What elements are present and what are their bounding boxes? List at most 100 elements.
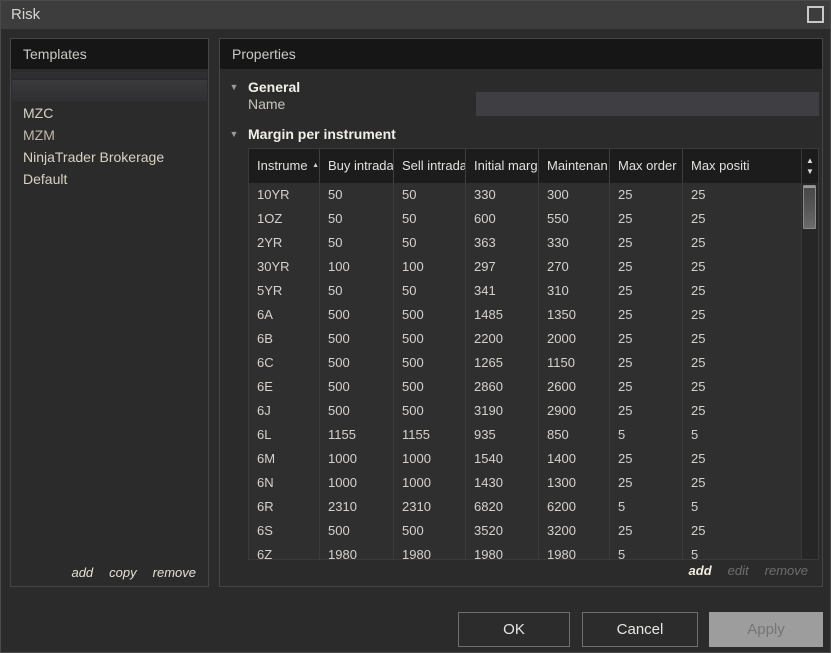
cell-max-order: 5 [610,495,683,519]
cell-instrument: 30YR [249,255,320,279]
scrollbar-buttons[interactable]: ▲ ▼ [802,149,818,183]
maximize-icon[interactable] [807,6,824,23]
table-row[interactable]: 6S 500 500 3520 3200 25 25 [249,519,818,543]
table-row[interactable]: 2YR 50 50 363 330 25 25 [249,231,818,255]
template-add-link[interactable]: add [71,565,93,580]
cell-instrument: 6L [249,423,320,447]
apply-button[interactable]: Apply [709,612,823,647]
table-row[interactable]: 5YR 50 50 341 310 25 25 [249,279,818,303]
margin-grid: Instrume ▲ Buy intrada Sell intrada Init… [248,148,819,560]
margin-remove-link[interactable]: remove [765,563,808,578]
cell-max-order: 25 [610,327,683,351]
template-copy-link[interactable]: copy [109,565,136,580]
table-row[interactable]: 6B 500 500 2200 2000 25 25 [249,327,818,351]
cell-instrument: 10YR [249,183,320,207]
template-list-selected-row[interactable] [12,80,207,101]
collapse-triangle-icon[interactable]: ▼ [220,129,248,139]
cell-max-order: 25 [610,351,683,375]
cell-max-order: 5 [610,543,683,559]
cell-maintenance: 6200 [539,495,610,519]
cell-maintenance: 3200 [539,519,610,543]
cell-instrument: 6J [249,399,320,423]
cell-buy-intraday: 50 [320,279,394,303]
column-header-buy-intraday[interactable]: Buy intrada [320,149,394,183]
title-bar[interactable]: Risk [1,1,830,29]
template-list-item-label: MZC [23,105,54,121]
scroll-up-icon[interactable]: ▲ [806,156,814,165]
cell-max-position: 25 [691,379,706,394]
cell-initial-margin: 1265 [466,351,539,375]
cell-max-position: 25 [691,475,706,490]
templates-panel: Templates MZC MZM NinjaTrader Brokerage … [10,38,209,587]
table-row[interactable]: 6R 2310 2310 6820 6200 5 5 [249,495,818,519]
cell-sell-intraday: 2310 [394,495,466,519]
cell-max-order: 25 [610,399,683,423]
margin-edit-link[interactable]: edit [728,563,749,578]
cell-buy-intraday: 2310 [320,495,394,519]
general-section-title: General [248,78,301,95]
table-row[interactable]: 6N 1000 1000 1430 1300 25 25 [249,471,818,495]
cell-buy-intraday: 100 [320,255,394,279]
table-row[interactable]: 6L 1155 1155 935 850 5 5 [249,423,818,447]
table-row[interactable]: 6J 500 500 3190 2900 25 25 [249,399,818,423]
table-row[interactable]: 6A 500 500 1485 1350 25 25 [249,303,818,327]
collapse-triangle-icon[interactable]: ▼ [220,82,248,92]
template-remove-link[interactable]: remove [153,565,196,580]
cell-max-position: 25 [691,307,706,322]
vertical-scrollbar[interactable]: ▲ ▼ [801,149,818,559]
column-header-instrument[interactable]: Instrume ▲ [249,149,320,183]
column-header-maintenance[interactable]: Maintenan [539,149,610,183]
cell-sell-intraday: 100 [394,255,466,279]
cell-maintenance: 1400 [539,447,610,471]
column-header-sell-intraday[interactable]: Sell intrada [394,149,466,183]
cell-buy-intraday: 1155 [320,423,394,447]
table-row[interactable]: 6E 500 500 2860 2600 25 25 [249,375,818,399]
ok-button[interactable]: OK [458,612,570,647]
cell-initial-margin: 1540 [466,447,539,471]
cell-initial-margin: 1980 [466,543,539,559]
table-row[interactable]: 30YR 100 100 297 270 25 25 [249,255,818,279]
column-header-max-order[interactable]: Max order [610,149,683,183]
table-row[interactable]: 10YR 50 50 330 300 25 25 [249,183,818,207]
cell-initial-margin: 600 [466,207,539,231]
cell-buy-intraday: 1980 [320,543,394,559]
margin-add-link[interactable]: add [689,563,712,578]
cell-max-position: 25 [691,283,706,298]
scrollbar-thumb[interactable] [803,185,816,229]
cell-max-position: 5 [691,547,699,559]
table-row[interactable]: 6M 1000 1000 1540 1400 25 25 [249,447,818,471]
cell-maintenance: 1350 [539,303,610,327]
table-row[interactable]: 1OZ 50 50 600 550 25 25 [249,207,818,231]
cell-max-order: 25 [610,471,683,495]
sort-ascending-icon: ▲ [312,162,319,169]
table-row[interactable]: 6Z 1980 1980 1980 1980 5 5 [249,543,818,559]
cell-initial-margin: 330 [466,183,539,207]
cell-max-order: 5 [610,423,683,447]
scroll-down-icon[interactable]: ▼ [806,167,814,176]
properties-panel-title: Properties [232,46,296,62]
risk-dialog-window: Risk Templates MZC MZM NinjaTrader Broke… [0,0,831,653]
cell-buy-intraday: 1000 [320,471,394,495]
table-row[interactable]: 6C 500 500 1265 1150 25 25 [249,351,818,375]
cell-maintenance: 2000 [539,327,610,351]
cell-maintenance: 310 [539,279,610,303]
template-list-item[interactable]: MZC [11,102,208,124]
cell-initial-margin: 1430 [466,471,539,495]
cell-instrument: 6A [249,303,320,327]
template-list-item[interactable]: NinjaTrader Brokerage Default [11,146,208,187]
cell-sell-intraday: 50 [394,207,466,231]
cell-max-position: 25 [691,403,706,418]
cell-instrument: 6S [249,519,320,543]
cell-sell-intraday: 1000 [394,471,466,495]
cell-maintenance: 270 [539,255,610,279]
name-input[interactable] [476,92,819,116]
cancel-button[interactable]: Cancel [582,612,698,647]
cell-maintenance: 1300 [539,471,610,495]
cell-instrument: 5YR [249,279,320,303]
column-header-initial-margin[interactable]: Initial marg [466,149,539,183]
template-list-item[interactable]: MZM [11,124,208,146]
template-list-empty-row[interactable] [12,72,207,78]
cell-initial-margin: 935 [466,423,539,447]
column-header-max-position[interactable]: Max positi [683,149,818,183]
cell-instrument: 1OZ [249,207,320,231]
